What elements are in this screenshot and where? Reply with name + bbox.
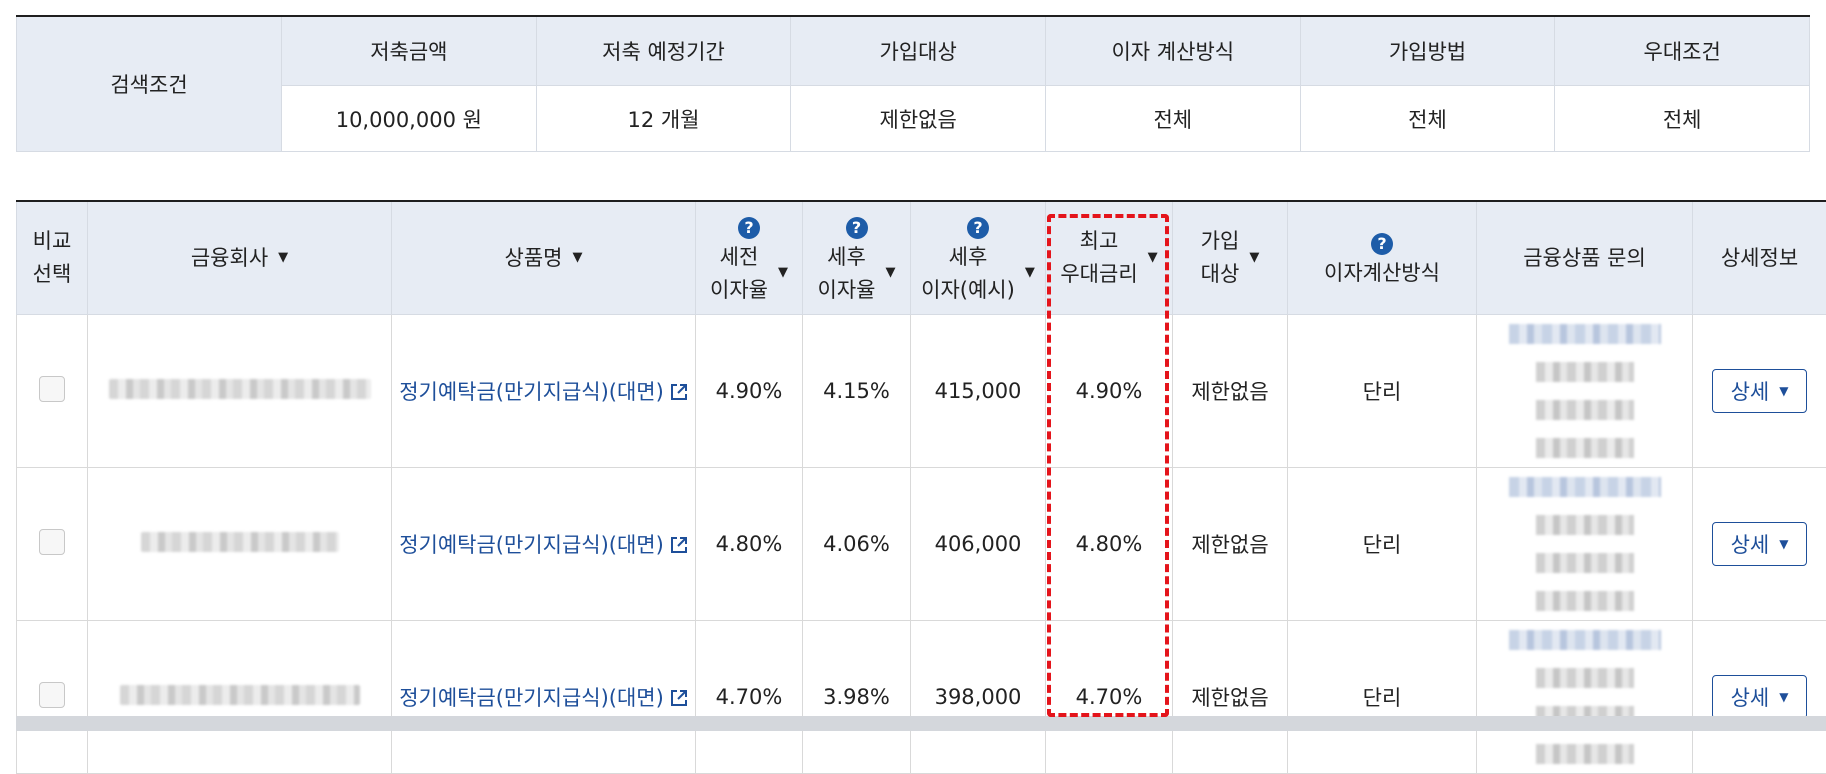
table-bottom-strip <box>16 716 1826 731</box>
after-tax-rate: 4.06% <box>803 468 911 621</box>
col-max-preferential-rate[interactable]: 최고우대금리▼ <box>1046 201 1173 315</box>
caret-down-icon[interactable]: ▼ <box>278 248 288 268</box>
product-link[interactable]: 정기예탁금(만기지급식)(대면) <box>399 533 688 557</box>
max-preferential-rate: 4.70% <box>1046 621 1173 774</box>
col-calc-method: ? 이자계산방식 <box>1288 201 1477 315</box>
join-target: 제한없음 <box>1173 468 1288 621</box>
redacted-company-name <box>141 532 339 552</box>
deposit-comparison-page: 검색조건 저축금액 저축 예정기간 가입대상 이자 계산방식 가입방법 우대조건… <box>0 0 1826 731</box>
after-tax-rate: 4.15% <box>803 315 911 468</box>
pre-tax-rate: 4.90% <box>696 315 803 468</box>
question-circle-icon[interactable]: ? <box>967 217 989 239</box>
compare-checkbox[interactable] <box>39 682 65 708</box>
caret-down-icon[interactable]: ▼ <box>885 263 895 283</box>
compare-checkbox[interactable] <box>39 376 65 402</box>
caret-down-icon: ▼ <box>1779 537 1788 551</box>
detail-button[interactable]: 상세▼ <box>1712 675 1808 719</box>
caret-down-icon[interactable]: ▼ <box>778 263 788 283</box>
redacted-inquiry <box>1477 315 1693 468</box>
cond-value-period: 12 개월 <box>536 86 791 152</box>
table-row: 정기예탁금(만기지급식)(대면) 4.90% 4.15% 415,000 4.9… <box>17 315 1826 468</box>
cond-value-preferential: 전체 <box>1555 86 1810 152</box>
caret-down-icon[interactable]: ▼ <box>1249 248 1259 268</box>
compare-checkbox[interactable] <box>39 529 65 555</box>
col-company[interactable]: 금융회사▼ <box>88 201 392 315</box>
caret-down-icon[interactable]: ▼ <box>572 248 582 268</box>
product-link[interactable]: 정기예탁금(만기지급식)(대면) <box>399 686 688 710</box>
cond-header-calc: 이자 계산방식 <box>1045 16 1300 86</box>
redacted-company-name <box>109 379 371 399</box>
col-after-tax-rate[interactable]: ? 세후이자율▼ <box>803 201 911 315</box>
cond-header-period: 저축 예정기간 <box>536 16 791 86</box>
question-circle-icon[interactable]: ? <box>738 217 760 239</box>
cond-value-amount: 10,000,000 원 <box>282 86 537 152</box>
cond-value-calc: 전체 <box>1045 86 1300 152</box>
join-target: 제한없음 <box>1173 315 1288 468</box>
external-link-icon <box>670 689 688 707</box>
pre-tax-rate: 4.70% <box>696 621 803 774</box>
detail-button[interactable]: 상세▼ <box>1712 369 1808 413</box>
redacted-company-name <box>120 685 360 705</box>
redacted-inquiry <box>1477 468 1693 621</box>
col-product[interactable]: 상품명▼ <box>392 201 696 315</box>
search-conditions-label: 검색조건 <box>17 16 282 152</box>
caret-down-icon[interactable]: ▼ <box>1025 263 1035 283</box>
col-after-tax-interest[interactable]: ? 세후이자(예시)▼ <box>911 201 1046 315</box>
product-link[interactable]: 정기예탁금(만기지급식)(대면) <box>399 380 688 404</box>
caret-down-icon: ▼ <box>1779 384 1788 398</box>
cond-header-method: 가입방법 <box>1300 16 1555 86</box>
caret-down-icon: ▼ <box>1779 690 1788 704</box>
max-preferential-rate: 4.80% <box>1046 468 1173 621</box>
cond-header-preferential: 우대조건 <box>1555 16 1810 86</box>
col-join-target[interactable]: 가입대상▼ <box>1173 201 1288 315</box>
redacted-inquiry <box>1477 621 1693 774</box>
after-tax-interest: 398,000 <box>911 621 1046 774</box>
max-preferential-rate: 4.90% <box>1046 315 1173 468</box>
question-circle-icon[interactable]: ? <box>846 217 868 239</box>
col-compare: 비교선택 <box>17 201 88 315</box>
results-table: 비교선택 금융회사▼ 상품명▼ ? 세전이자율▼ ? <box>16 200 1826 774</box>
detail-button[interactable]: 상세▼ <box>1712 522 1808 566</box>
caret-down-icon[interactable]: ▼ <box>1148 248 1158 268</box>
table-row: 정기예탁금(만기지급식)(대면) 4.70% 3.98% 398,000 4.7… <box>17 621 1826 774</box>
after-tax-interest: 415,000 <box>911 315 1046 468</box>
col-inquiry: 금융상품 문의 <box>1477 201 1693 315</box>
col-pre-tax-rate[interactable]: ? 세전이자율▼ <box>696 201 803 315</box>
search-conditions-table: 검색조건 저축금액 저축 예정기간 가입대상 이자 계산방식 가입방법 우대조건… <box>16 15 1810 152</box>
results-header-row: 비교선택 금융회사▼ 상품명▼ ? 세전이자율▼ ? <box>17 201 1826 315</box>
cond-value-method: 전체 <box>1300 86 1555 152</box>
calc-method: 단리 <box>1288 468 1477 621</box>
pre-tax-rate: 4.80% <box>696 468 803 621</box>
question-circle-icon[interactable]: ? <box>1371 233 1393 255</box>
calc-method: 단리 <box>1288 315 1477 468</box>
table-row: 정기예탁금(만기지급식)(대면) 4.80% 4.06% 406,000 4.8… <box>17 468 1826 621</box>
after-tax-interest: 406,000 <box>911 468 1046 621</box>
join-target: 제한없음 <box>1173 621 1288 774</box>
external-link-icon <box>670 536 688 554</box>
cond-value-target: 제한없음 <box>791 86 1046 152</box>
cond-header-amount: 저축금액 <box>282 16 537 86</box>
external-link-icon <box>670 383 688 401</box>
cond-header-target: 가입대상 <box>791 16 1046 86</box>
calc-method: 단리 <box>1288 621 1477 774</box>
after-tax-rate: 3.98% <box>803 621 911 774</box>
col-detail: 상세정보 <box>1693 201 1826 315</box>
